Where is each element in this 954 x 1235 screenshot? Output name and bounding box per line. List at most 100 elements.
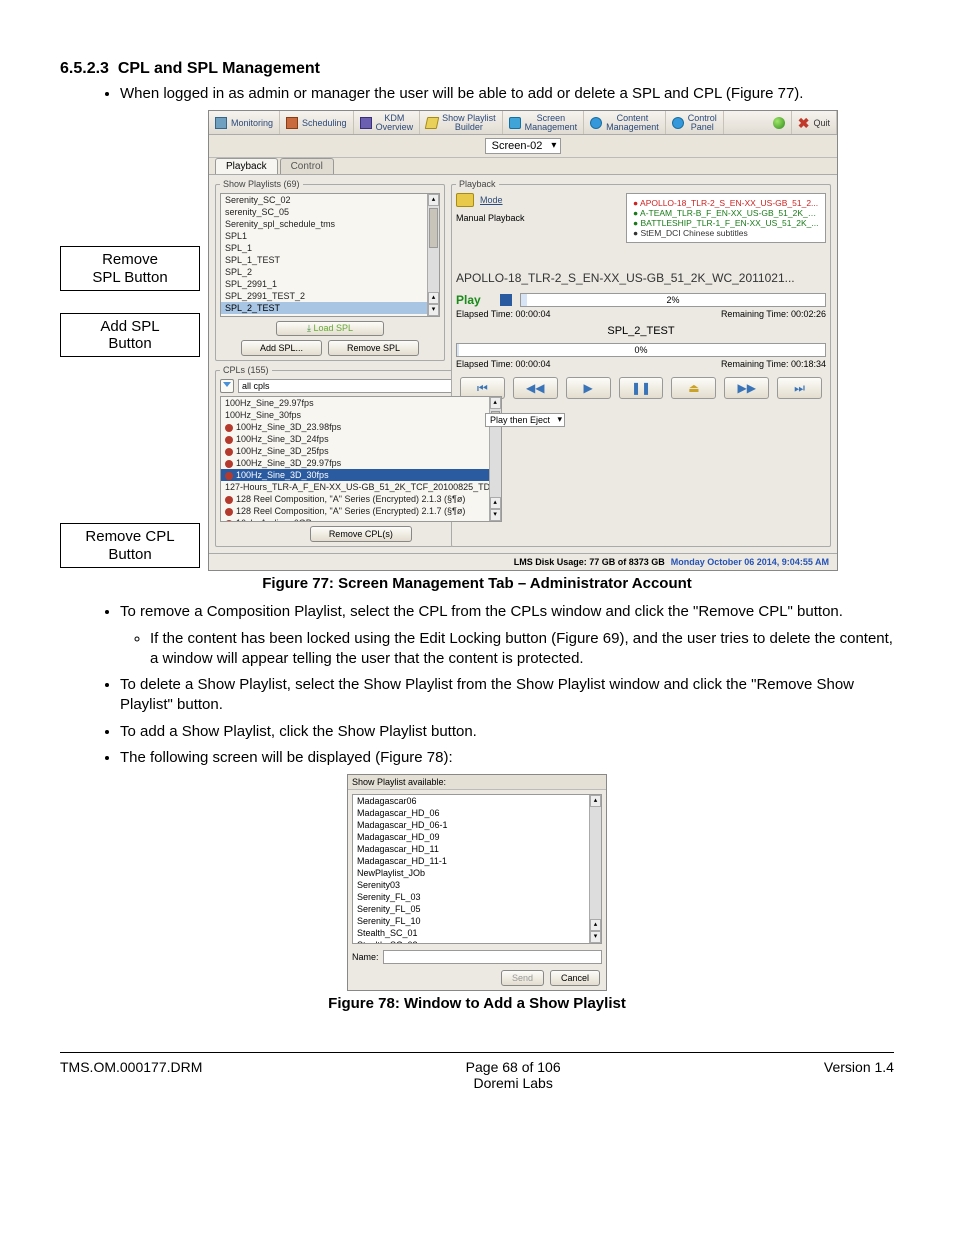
- scroll-up2-icon[interactable]: ▴: [428, 292, 439, 304]
- status-green-button[interactable]: [767, 111, 792, 134]
- scroll-down-icon[interactable]: ▾: [490, 509, 501, 521]
- screen-selector-bar: Screen-02: [209, 135, 837, 158]
- list-item[interactable]: 100Hz_Sine_29.97fps: [221, 397, 501, 409]
- side-item: A-TEAM_TLR-B_F_EN-XX_US-GB_51_2K_T...: [633, 208, 819, 218]
- quit-button[interactable]: ✖Quit: [792, 111, 837, 134]
- side-item: BATTLESHIP_TLR-1_F_EN-XX_US_51_2K_...: [633, 218, 819, 228]
- dialog-header: Show Playlist available:: [348, 775, 606, 790]
- cpls-legend: CPLs (155): [220, 365, 272, 375]
- list-item[interactable]: Madagascar06: [353, 795, 601, 807]
- list-item[interactable]: Stealth_SC_01: [353, 927, 601, 939]
- close-icon: ✖: [798, 117, 810, 129]
- list-item[interactable]: SPL_1_TEST: [221, 254, 439, 266]
- list-item[interactable]: Serenity_FL_05: [353, 903, 601, 915]
- scrollbar[interactable]: ▴ ▴ ▾: [589, 795, 601, 943]
- filter-icon[interactable]: [220, 379, 234, 393]
- screen-management-button[interactable]: Screen Management: [503, 111, 585, 134]
- list-item[interactable]: 100Hz_Sine_3D_24fps: [221, 433, 501, 445]
- available-playlists-list[interactable]: Madagascar06 Madagascar_HD_06 Madagascar…: [352, 794, 602, 944]
- tab-playback[interactable]: Playback: [215, 158, 278, 174]
- content-management-button[interactable]: Content Management: [584, 111, 666, 134]
- list-item[interactable]: 100Hz_Sine_30fps: [221, 409, 501, 421]
- mode-dropdown[interactable]: Play then Eject: [485, 413, 565, 427]
- scroll-up-icon[interactable]: ▴: [590, 795, 601, 807]
- screen-icon: [509, 117, 521, 129]
- rewind-button[interactable]: ◀◀: [513, 377, 558, 399]
- show-playlist-builder-button[interactable]: Show Playlist Builder: [420, 111, 503, 134]
- show-playlists-list[interactable]: Serenity_SC_02 serenity_SC_05 Serenity_s…: [220, 193, 440, 317]
- cpls-list[interactable]: 100Hz_Sine_29.97fps 100Hz_Sine_30fps 100…: [220, 396, 502, 522]
- mode-link[interactable]: Mode: [480, 195, 503, 205]
- add-spl-button[interactable]: Add SPL...: [241, 340, 322, 356]
- figure-78-caption: Figure 78: Window to Add a Show Playlist: [60, 995, 894, 1012]
- play-label: Play: [456, 293, 492, 307]
- pencil-icon: [425, 117, 440, 129]
- list-item[interactable]: Madagascar_HD_06: [353, 807, 601, 819]
- scroll-down-icon[interactable]: ▾: [428, 304, 439, 316]
- app-window: Monitoring Scheduling KDM Overview Show …: [208, 110, 838, 571]
- list-item[interactable]: SPL_2991_TEST_2: [221, 290, 439, 302]
- list-item[interactable]: Serenity_FL_03: [353, 891, 601, 903]
- scroll-up-icon[interactable]: ▴: [428, 194, 439, 206]
- remove-spl-button[interactable]: Remove SPL: [328, 340, 419, 356]
- pause-button[interactable]: ❚❚: [619, 377, 664, 399]
- load-spl-button[interactable]: Load SPL: [276, 321, 384, 336]
- eject-button[interactable]: ⏏: [671, 377, 716, 399]
- remove-cpl-button[interactable]: Remove CPL(s): [310, 526, 412, 542]
- list-item[interactable]: Madagascar_HD_11-1: [353, 855, 601, 867]
- scheduling-button[interactable]: Scheduling: [280, 111, 354, 134]
- list-item[interactable]: NewPlaylist_JOb: [353, 867, 601, 879]
- list-item[interactable]: Madagascar_HD_11: [353, 843, 601, 855]
- skip-forward-button[interactable]: ⏭: [777, 377, 822, 399]
- spl-name: SPL_2_TEST: [456, 325, 826, 337]
- list-item[interactable]: Stealth_SC_02: [353, 939, 601, 944]
- list-item[interactable]: 16ch_Audio_~6GB: [221, 517, 501, 522]
- play-button[interactable]: ▶: [566, 377, 611, 399]
- list-item[interactable]: Madagascar_HD_06-1: [353, 819, 601, 831]
- footer-version: Version 1.4: [824, 1059, 894, 1091]
- forward-button[interactable]: ▶▶: [724, 377, 769, 399]
- list-item[interactable]: SPL1: [221, 230, 439, 242]
- list-item[interactable]: SPL_1: [221, 242, 439, 254]
- list-item[interactable]: 100Hz_Sine_3D_25fps: [221, 445, 501, 457]
- list-item[interactable]: 128 Reel Composition, "A" Series (Encryp…: [221, 493, 501, 505]
- name-input[interactable]: [383, 950, 602, 964]
- scroll-thumb[interactable]: [429, 208, 438, 248]
- list-item[interactable]: SPL_3: [221, 314, 439, 317]
- list-item[interactable]: 100Hz_Sine_3D_29.97fps: [221, 457, 501, 469]
- kdm-overview-button[interactable]: KDM Overview: [354, 111, 421, 134]
- tab-control[interactable]: Control: [280, 158, 334, 174]
- tab-strip: Playback Control: [209, 158, 837, 174]
- page-footer: TMS.OM.000177.DRM Page 68 of 106 Doremi …: [60, 1053, 894, 1097]
- scroll-up2-icon[interactable]: ▴: [590, 919, 601, 931]
- spl-progress[interactable]: 0%: [456, 343, 826, 357]
- list-item[interactable]: 128 Reel Composition, "A" Series (Encryp…: [221, 505, 501, 517]
- list-item[interactable]: SPL_2991_1: [221, 278, 439, 290]
- list-item[interactable]: 127-Hours_TLR-A_F_EN-XX_US-GB_51_2K_TCF_…: [221, 481, 501, 493]
- cancel-button[interactable]: Cancel: [550, 970, 600, 986]
- scroll-up2-icon[interactable]: ▴: [490, 497, 501, 509]
- bullet-add-spl: To add a Show Playlist, click the Show P…: [120, 722, 894, 742]
- monitoring-button[interactable]: Monitoring: [209, 111, 280, 134]
- list-item[interactable]: serenity_SC_05: [221, 206, 439, 218]
- list-item[interactable]: Serenity_SC_02: [221, 194, 439, 206]
- gear-icon: [672, 117, 684, 129]
- monitoring-icon: [215, 117, 227, 129]
- scroll-up-icon[interactable]: ▴: [490, 397, 501, 409]
- scroll-down-icon[interactable]: ▾: [590, 931, 601, 943]
- scrollbar[interactable]: ▴ ▴ ▾: [427, 194, 439, 316]
- transport-bar: ⏮ ◀◀ ▶ ❚❚ ⏏ ▶▶ ⏭: [460, 377, 822, 399]
- screen-selector[interactable]: Screen-02: [485, 138, 562, 154]
- list-item[interactable]: Madagascar_HD_09: [353, 831, 601, 843]
- list-item[interactable]: Serenity_spl_schedule_tms: [221, 218, 439, 230]
- list-item[interactable]: Serenity03: [353, 879, 601, 891]
- mode-icon: [456, 193, 474, 207]
- send-button[interactable]: Send: [501, 970, 544, 986]
- list-item[interactable]: Serenity_FL_10: [353, 915, 601, 927]
- cpl-progress[interactable]: 2%: [520, 293, 826, 307]
- list-item-selected[interactable]: SPL_2_TEST: [221, 302, 439, 314]
- list-item[interactable]: 100Hz_Sine_3D_23.98fps: [221, 421, 501, 433]
- control-panel-button[interactable]: Control Panel: [666, 111, 724, 134]
- list-item[interactable]: SPL_2: [221, 266, 439, 278]
- list-item-selected[interactable]: 100Hz_Sine_3D_30fps: [221, 469, 501, 481]
